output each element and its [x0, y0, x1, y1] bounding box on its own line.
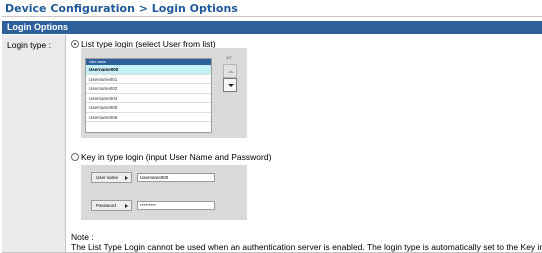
login-type-label-cell: Login type :: [2, 35, 66, 253]
key-in-radio-label[interactable]: Key in type login (input User Name and P…: [81, 152, 271, 162]
user-list-row: Username001: [86, 75, 211, 84]
note-label: Note :: [71, 232, 94, 242]
key-in-login-preview-image: User name Username000 Password *********: [81, 165, 247, 220]
user-list-row: Username004: [86, 94, 211, 103]
title-divider: [2, 16, 542, 17]
scroll-down-button-preview: [223, 78, 237, 92]
list-type-radio-indicator[interactable]: [71, 40, 79, 48]
login-type-content-cell: List type login (select User from list) …: [66, 35, 542, 253]
arrow-down-icon: [228, 84, 234, 87]
user-list-row: Username006: [86, 113, 211, 122]
user-list-row: Username000: [86, 65, 211, 75]
scroll-up-button-preview: [223, 64, 237, 78]
arrow-up-icon: [228, 70, 234, 73]
username-label: User name: [96, 175, 119, 180]
user-list-preview: User name Username000 Username001 Userna…: [85, 58, 212, 133]
key-in-type-login-radio[interactable]: Key in type login (input User Name and P…: [71, 152, 271, 162]
note-text: The List Type Login cannot be used when …: [71, 242, 542, 252]
username-input-preview: Username000: [137, 173, 215, 182]
username-label-button-preview: User name: [91, 172, 132, 183]
password-label: Password: [96, 203, 116, 208]
arrow-right-icon: [125, 204, 128, 208]
login-type-label: Login type :: [7, 40, 51, 50]
password-input-preview: *********: [137, 201, 215, 210]
page-title: Device Configuration > Login Options: [5, 2, 238, 15]
user-list-row: Username002: [86, 84, 211, 94]
list-login-preview-image: User name Username000 Username001 Userna…: [81, 48, 247, 138]
key-in-radio-indicator[interactable]: [71, 153, 79, 161]
page-indicator: 1/7: [226, 55, 232, 60]
arrow-right-icon: [125, 176, 128, 180]
password-label-button-preview: Password: [91, 200, 132, 211]
section-header: Login Options: [2, 21, 542, 34]
user-list-row: Username005: [86, 103, 211, 113]
